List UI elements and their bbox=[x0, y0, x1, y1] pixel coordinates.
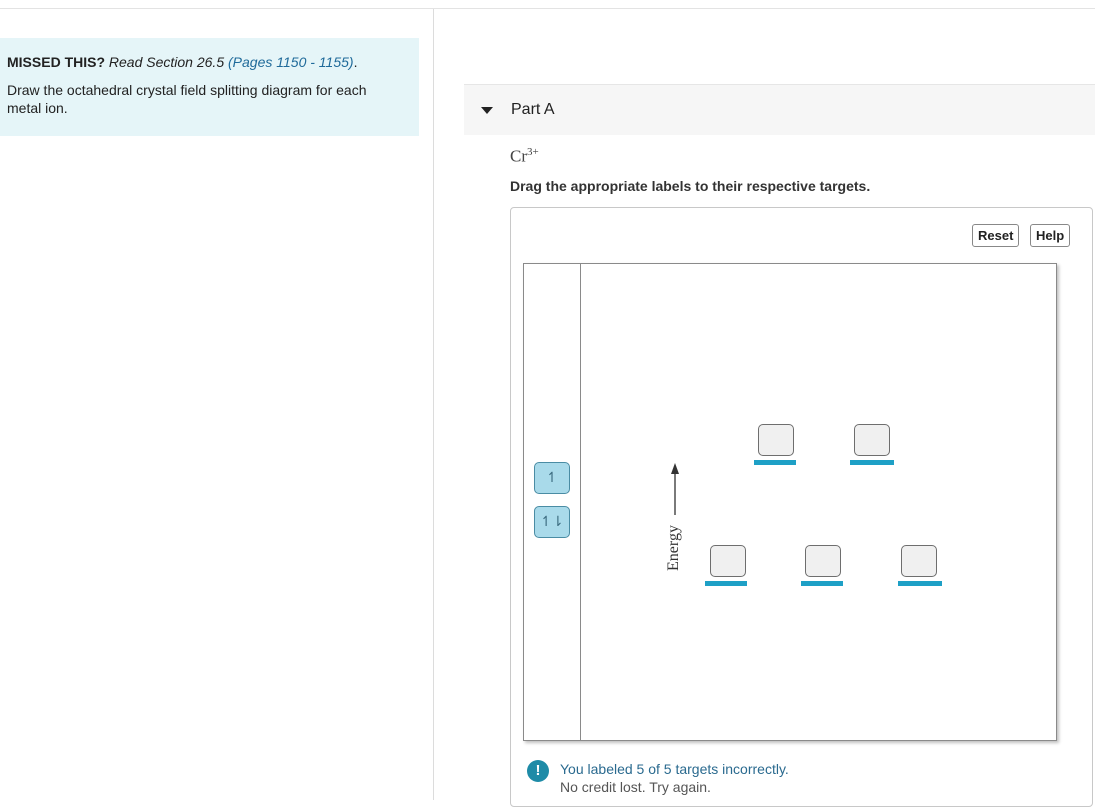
top-divider bbox=[0, 8, 1095, 9]
ion-formula: Cr3+ bbox=[510, 146, 539, 167]
t2g-target-1[interactable] bbox=[710, 545, 746, 577]
t2g-orbital-line-1 bbox=[705, 581, 747, 586]
column-divider bbox=[433, 9, 434, 800]
feedback-result: You labeled 5 of 5 targets incorrectly. bbox=[560, 761, 789, 777]
hint-period: . bbox=[353, 54, 358, 70]
eg-orbital-line-1 bbox=[754, 460, 796, 465]
collapse-caret-icon[interactable] bbox=[481, 107, 493, 114]
t2g-target-2[interactable] bbox=[805, 545, 841, 577]
instruction-text: Drag the appropriate labels to their res… bbox=[510, 178, 871, 194]
hint-panel: MISSED THIS? Read Section 26.5 (Pages 11… bbox=[0, 38, 419, 136]
ion-charge: 3+ bbox=[527, 146, 539, 158]
diagram-canvas bbox=[523, 263, 1057, 741]
feedback-note: No credit lost. Try again. bbox=[560, 779, 711, 795]
ion-symbol: Cr bbox=[510, 146, 527, 166]
t2g-orbital-line-2 bbox=[801, 581, 843, 586]
hint-reference: MISSED THIS? Read Section 26.5 (Pages 11… bbox=[7, 53, 412, 71]
eg-target-2[interactable] bbox=[854, 424, 890, 456]
pages-link[interactable]: (Pages 1150 - 1155) bbox=[228, 54, 354, 70]
part-a-header[interactable]: Part A bbox=[464, 84, 1095, 135]
single-electron-label[interactable]: ↿ bbox=[534, 462, 570, 494]
missed-this-label: MISSED THIS? bbox=[7, 54, 106, 70]
reset-button[interactable]: Reset bbox=[972, 224, 1020, 247]
paired-electrons-label[interactable]: ↿⇂ bbox=[534, 506, 570, 538]
energy-axis-label: Energy bbox=[665, 525, 682, 571]
question-prompt: Draw the octahedral crystal field splitt… bbox=[7, 82, 367, 116]
alert-icon: ! bbox=[527, 760, 549, 782]
palette-divider bbox=[580, 264, 581, 740]
eg-orbital-line-2 bbox=[850, 460, 894, 465]
part-title: Part A bbox=[511, 101, 555, 118]
t2g-target-3[interactable] bbox=[901, 545, 937, 577]
read-section-text: Read Section 26.5 bbox=[108, 54, 225, 70]
t2g-orbital-line-3 bbox=[898, 581, 942, 586]
eg-target-1[interactable] bbox=[758, 424, 794, 456]
help-button[interactable]: Help bbox=[1030, 224, 1071, 247]
